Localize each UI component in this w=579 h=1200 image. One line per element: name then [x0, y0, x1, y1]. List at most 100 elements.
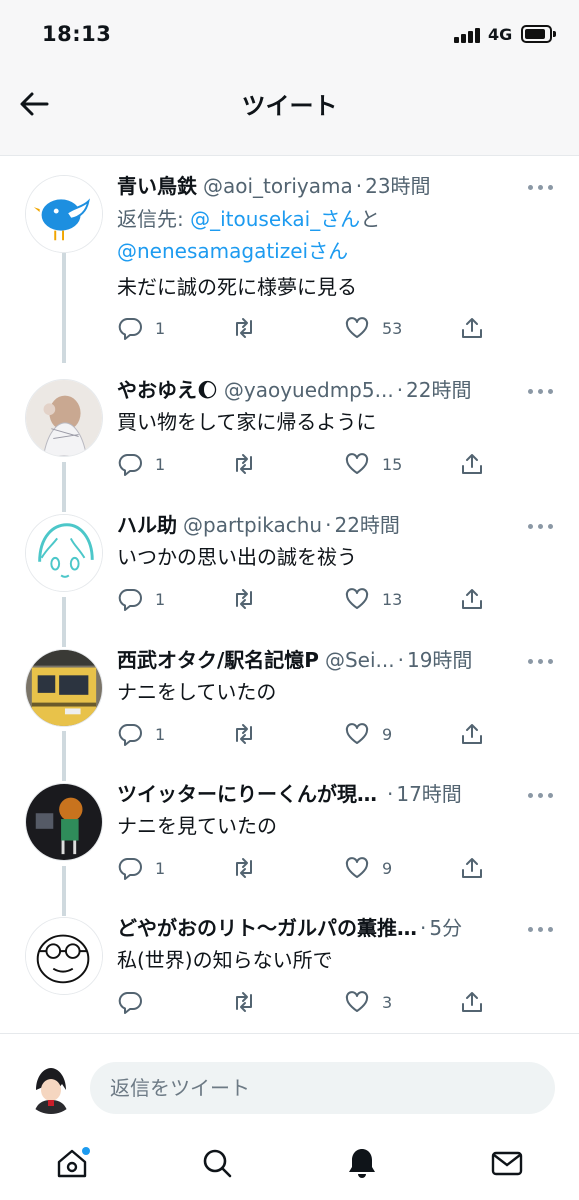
like-count: 53 [382, 318, 403, 338]
bell-icon [349, 1149, 375, 1178]
tweet-actions: 19 [117, 719, 497, 749]
game-character-avatar[interactable] [25, 783, 103, 861]
share-icon [459, 451, 485, 477]
share-button[interactable] [459, 584, 485, 614]
tweet-text: ナニをしていたの [117, 680, 277, 704]
retweet-button[interactable] [231, 719, 269, 749]
display-name[interactable]: ツイッターにりーくんが現… [117, 779, 377, 809]
timestamp[interactable]: 22時間 [334, 510, 399, 540]
tweet-header: どやがおのリト～ガルパの薫推… · 5分 [117, 913, 539, 943]
timestamp[interactable]: 22時間 [406, 375, 471, 405]
display-name[interactable]: 西武オタク/駅名記憶P [117, 645, 319, 675]
replying-to: 返信先: @_itousekai_さんと @nenesamagatizeiさん [117, 207, 381, 263]
notification-dot [82, 1147, 90, 1155]
reply-button[interactable] [117, 987, 155, 1017]
more-options-icon[interactable] [526, 381, 556, 401]
share-icon [459, 855, 485, 881]
nav-home[interactable] [52, 1143, 92, 1183]
display-name[interactable]: 青い鳥鉄 [117, 171, 197, 201]
user-handle[interactable]: @Sei... [325, 645, 395, 675]
timestamp[interactable]: 5分 [429, 913, 462, 943]
like-icon [344, 451, 370, 477]
tweet[interactable]: 青い鳥鉄 @aoi_toriyama · 23時間 返信先: @_itousek… [0, 171, 579, 351]
tweet-actions: 3 [117, 987, 497, 1017]
tweet[interactable]: やおゆえ🌔 @yaoyuedmp5... · 22時間 買い物をして家に帰るよう… [0, 375, 579, 505]
user-handle[interactable]: @aoi_toriyama [203, 171, 353, 201]
retweet-icon [231, 315, 257, 341]
like-button[interactable]: 53 [344, 313, 402, 343]
more-options-icon[interactable] [526, 651, 556, 671]
more-options-icon[interactable] [526, 785, 556, 805]
tweet[interactable]: どやがおのリト～ガルパの薫推… · 5分 私(世界)の知らない所で 3 [0, 913, 579, 1043]
glasses-face-avatar[interactable] [25, 917, 103, 995]
user-handle[interactable]: @yaoyuedmp5... [224, 375, 394, 405]
header: ツイート [0, 70, 579, 156]
share-button[interactable] [459, 987, 485, 1017]
reply-button[interactable]: 1 [117, 584, 165, 614]
like-button[interactable]: 13 [344, 584, 402, 614]
share-button[interactable] [459, 449, 485, 479]
reply-input[interactable] [90, 1062, 555, 1114]
reply-button[interactable]: 1 [117, 449, 165, 479]
reply-mention[interactable]: @_itousekai_さん [190, 207, 360, 231]
page-title: ツイート [241, 92, 338, 120]
my-avatar[interactable] [24, 1060, 78, 1114]
tweet[interactable]: 西武オタク/駅名記憶P @Sei... · 19時間 ナニをしていたの 19 [0, 645, 579, 775]
retweet-button[interactable] [231, 313, 269, 343]
timestamp[interactable]: 19時間 [407, 645, 472, 675]
retweet-icon [231, 721, 257, 747]
anime-figure-avatar[interactable] [25, 379, 103, 457]
like-count: 9 [382, 724, 393, 744]
more-options-icon[interactable] [526, 919, 556, 939]
retweet-button[interactable] [231, 853, 269, 883]
anime-girl-sketch-avatar[interactable] [25, 514, 103, 592]
reply-button[interactable]: 1 [117, 853, 165, 883]
tweet-header: やおゆえ🌔 @yaoyuedmp5... · 22時間 [117, 375, 511, 405]
reply-icon [117, 315, 143, 341]
reply-icon [117, 586, 143, 612]
share-button[interactable] [459, 719, 485, 749]
user-handle[interactable]: @partpikachu [183, 510, 322, 540]
reply-icon [117, 451, 143, 477]
nav-messages[interactable] [487, 1143, 527, 1183]
tweet-text: 私(世界)の知らない所で [117, 948, 333, 972]
tweet[interactable]: ツイッターにりーくんが現… · 17時間 ナニを見ていたの 19 [0, 779, 579, 909]
like-button[interactable]: 9 [344, 853, 392, 883]
like-icon [344, 586, 370, 612]
signal-icon [454, 27, 484, 43]
status-time: 18:13 [42, 22, 112, 46]
timestamp[interactable]: 23時間 [365, 171, 430, 201]
reply-count: 1 [155, 858, 166, 878]
nav-notifications[interactable] [342, 1143, 382, 1183]
tweet-text: いつかの思い出の誠を祓う [117, 545, 357, 569]
share-icon [459, 989, 485, 1015]
reply-compose-bar [0, 1033, 579, 1143]
retweet-icon [231, 451, 257, 477]
retweet-button[interactable] [231, 987, 269, 1017]
more-options-icon[interactable] [526, 177, 556, 197]
reply-icon [117, 721, 143, 747]
tweet-actions: 1 15 [117, 449, 497, 479]
timestamp[interactable]: 17時間 [396, 779, 461, 809]
train-avatar[interactable] [25, 649, 103, 727]
display-name[interactable]: やおゆえ🌔 [117, 375, 218, 405]
like-icon [344, 855, 370, 881]
display-name[interactable]: どやがおのリト～ガルパの薫推… [117, 913, 417, 943]
reply-button[interactable]: 1 [117, 313, 165, 343]
like-button[interactable]: 3 [344, 987, 392, 1017]
share-button[interactable] [459, 313, 485, 343]
like-button[interactable]: 9 [344, 719, 392, 749]
tweet[interactable]: ハル助 @partpikachu · 22時間 いつかの思い出の誠を祓う 1 13 [0, 510, 579, 640]
retweet-button[interactable] [231, 584, 269, 614]
reply-count: 1 [155, 454, 166, 474]
tweet-text: ナニを見ていたの [117, 814, 277, 838]
blue-bird-avatar[interactable] [25, 175, 103, 253]
more-options-icon[interactable] [526, 516, 556, 536]
share-button[interactable] [459, 853, 485, 883]
like-button[interactable]: 15 [344, 449, 402, 479]
reply-mention[interactable]: @nenesamagatizeiさん [117, 239, 348, 263]
retweet-button[interactable] [231, 449, 269, 479]
reply-button[interactable]: 1 [117, 719, 165, 749]
nav-search[interactable] [197, 1143, 237, 1183]
display-name[interactable]: ハル助 [117, 510, 177, 540]
